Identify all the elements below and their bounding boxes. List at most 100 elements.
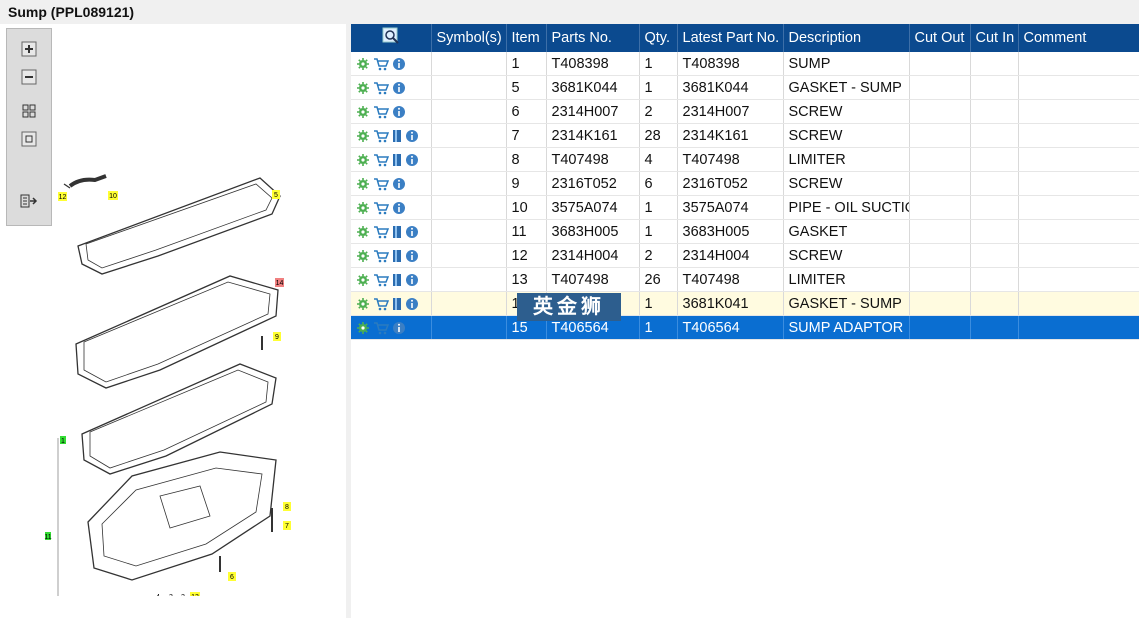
book-icon[interactable]	[392, 249, 402, 263]
column-header-description[interactable]: Description	[783, 24, 910, 52]
sump-pan	[87, 451, 277, 581]
cart-icon[interactable]	[373, 297, 389, 311]
cell-symbols	[431, 123, 507, 148]
cell-cut-in	[970, 291, 1019, 316]
cell-item: 5	[506, 75, 547, 100]
gear-icon[interactable]	[356, 81, 370, 95]
table-row[interactable]: 12 2314H004 2 2314H004 SCREW	[351, 243, 1139, 268]
gear-icon[interactable]	[356, 321, 370, 335]
info-icon[interactable]	[392, 177, 406, 191]
table-row[interactable]: 15 T406564 1 T406564 SUMP ADAPTOR	[351, 315, 1139, 340]
info-icon[interactable]	[392, 321, 406, 335]
cart-icon[interactable]	[373, 81, 389, 95]
cell-comment	[1018, 52, 1139, 76]
gear-icon[interactable]	[356, 225, 370, 239]
cell-qty: 2	[639, 99, 678, 124]
cell-symbols	[431, 315, 507, 340]
cell-symbols	[431, 147, 507, 172]
cell-cut-in	[970, 52, 1019, 76]
cart-icon[interactable]	[373, 153, 389, 167]
book-icon[interactable]	[392, 297, 402, 311]
table-row[interactable]: 1 T408398 1 T408398 SUMP	[351, 52, 1139, 76]
gear-icon[interactable]	[356, 201, 370, 215]
column-header-symbols[interactable]: Symbol(s)	[431, 24, 507, 52]
cell-latest-part-no: 3575A074	[677, 195, 784, 220]
info-icon[interactable]	[405, 249, 419, 263]
cart-icon[interactable]	[373, 321, 389, 335]
diagram-panel: 12 10 5 14 9 1 8 7 6 4 3 2 13 11	[0, 24, 346, 618]
zoom-in-button[interactable]	[19, 39, 39, 59]
book-icon[interactable]	[392, 153, 402, 167]
cell-latest-part-no: 2314H004	[677, 243, 784, 268]
cell-qty: 1	[639, 219, 678, 244]
table-row[interactable]: 5 3681K044 1 3681K044 GASKET - SUMP	[351, 75, 1139, 100]
callout-7: 7	[285, 523, 289, 530]
gear-icon[interactable]	[356, 105, 370, 119]
watermark: 英金狮	[517, 293, 621, 321]
gear-icon[interactable]	[356, 297, 370, 311]
fit-all-icon	[22, 104, 36, 118]
gear-icon[interactable]	[356, 249, 370, 263]
gear-icon[interactable]	[356, 273, 370, 287]
book-icon[interactable]	[392, 129, 402, 143]
exploded-parts-diagram[interactable]: 12 10 5 14 9 1 8 7 6 4 3 2 13 11	[40, 156, 300, 596]
info-icon[interactable]	[405, 129, 419, 143]
column-header-parts-no[interactable]: Parts No.	[546, 24, 640, 52]
info-icon[interactable]	[405, 297, 419, 311]
column-header-cut-out[interactable]: Cut Out	[909, 24, 971, 52]
cell-symbols	[431, 75, 507, 100]
zoom-out-button[interactable]	[19, 67, 39, 87]
row-action-icons	[351, 219, 432, 244]
info-icon[interactable]	[405, 153, 419, 167]
info-icon[interactable]	[392, 201, 406, 215]
cart-icon[interactable]	[373, 249, 389, 263]
book-icon[interactable]	[392, 273, 402, 287]
column-header-qty[interactable]: Qty.	[639, 24, 678, 52]
column-header-preview[interactable]	[351, 24, 432, 52]
gear-icon[interactable]	[356, 153, 370, 167]
cart-icon[interactable]	[373, 273, 389, 287]
table-row[interactable]: 7 2314K161 28 2314K161 SCREW	[351, 123, 1139, 148]
cart-icon[interactable]	[373, 225, 389, 239]
cell-description: GASKET - SUMP	[783, 291, 910, 316]
cell-parts-no: 2316T052	[546, 171, 640, 196]
gear-icon[interactable]	[356, 57, 370, 71]
cell-cut-in	[970, 219, 1019, 244]
table-row[interactable]: 6 2314H007 2 2314H007 SCREW	[351, 99, 1139, 124]
zoom-out-icon	[21, 69, 37, 85]
cell-cut-out	[909, 147, 971, 172]
table-row[interactable]: 13 T407498 26 T407498 LIMITER	[351, 267, 1139, 292]
table-row[interactable]: 103575A07413575A074PIPE - OIL SUCTION	[351, 195, 1139, 220]
cart-icon[interactable]	[373, 177, 389, 191]
gear-icon[interactable]	[356, 129, 370, 143]
info-icon[interactable]	[392, 105, 406, 119]
cell-cut-in	[970, 123, 1019, 148]
actual-size-button[interactable]	[19, 129, 39, 149]
info-icon[interactable]	[405, 273, 419, 287]
cell-item: 9	[506, 171, 547, 196]
cell-item: 11	[506, 219, 547, 244]
gear-icon[interactable]	[356, 177, 370, 191]
cell-cut-in	[970, 99, 1019, 124]
cart-icon[interactable]	[373, 129, 389, 143]
column-header-item[interactable]: Item	[506, 24, 547, 52]
table-row[interactable]: 11 3683H005 1 3683H005 GASKET	[351, 219, 1139, 244]
table-row[interactable]: 1 1 3681K041 GASKET - SUMP	[351, 291, 1139, 316]
info-icon[interactable]	[392, 81, 406, 95]
oil-suction-pipe	[68, 174, 107, 188]
table-row[interactable]: 8 T407498 4 T407498 LIMITER	[351, 147, 1139, 172]
column-header-comment[interactable]: Comment	[1018, 24, 1139, 52]
cell-description: SCREW	[783, 123, 910, 148]
fit-all-button[interactable]	[19, 101, 39, 121]
book-icon[interactable]	[392, 225, 402, 239]
cell-comment	[1018, 291, 1139, 316]
export-button[interactable]	[19, 191, 39, 211]
info-icon[interactable]	[405, 225, 419, 239]
cart-icon[interactable]	[373, 105, 389, 119]
info-icon[interactable]	[392, 57, 406, 71]
column-header-latest-part-no[interactable]: Latest Part No.	[677, 24, 784, 52]
cart-icon[interactable]	[373, 57, 389, 71]
table-row[interactable]: 9 2316T052 6 2316T052 SCREW	[351, 171, 1139, 196]
cart-icon[interactable]	[373, 201, 389, 215]
column-header-cut-in[interactable]: Cut In	[970, 24, 1019, 52]
